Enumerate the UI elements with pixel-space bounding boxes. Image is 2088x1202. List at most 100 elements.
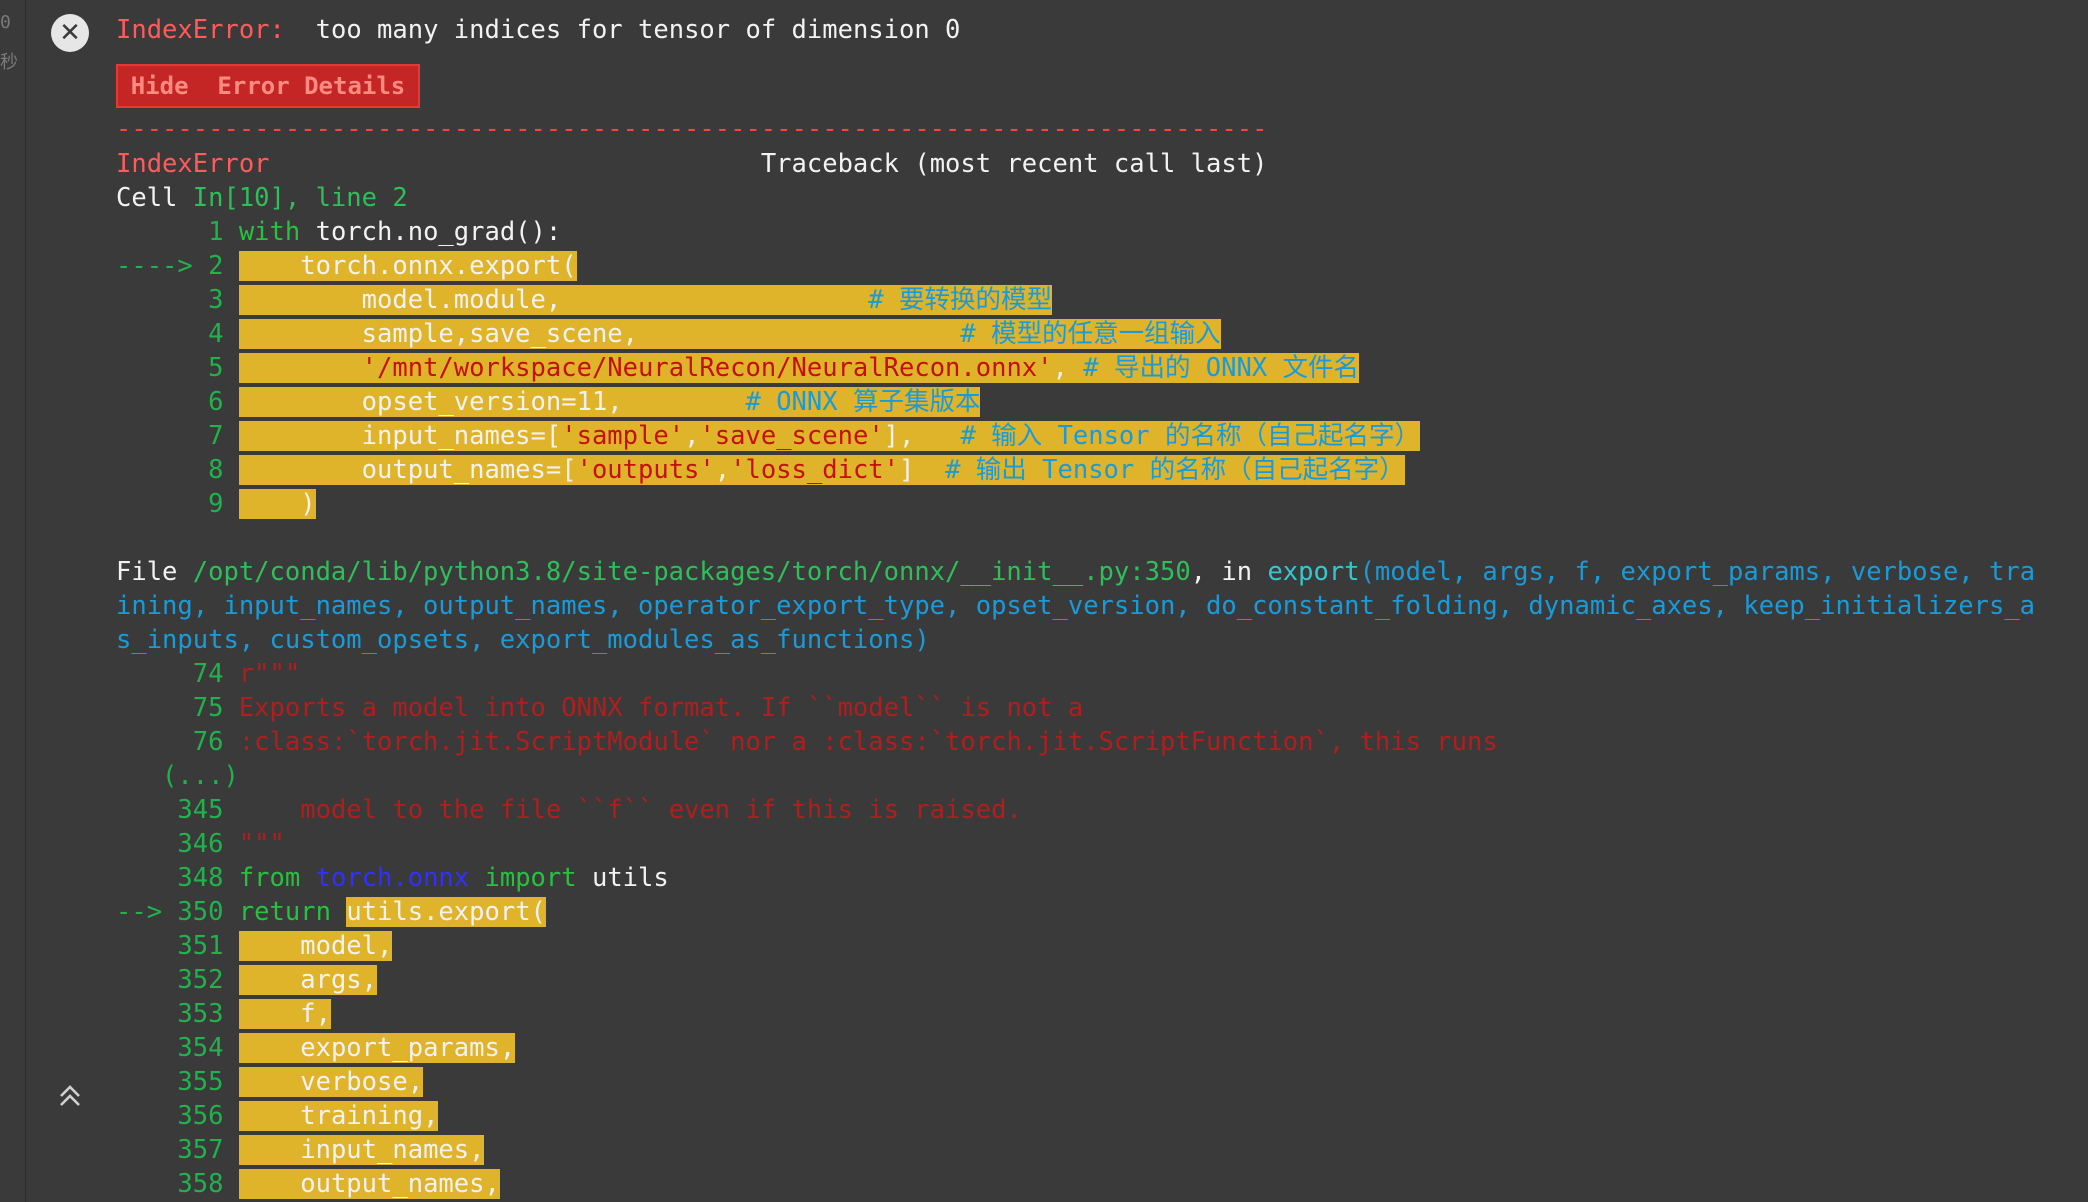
code-text: training, xyxy=(300,1101,439,1131)
code-string: '/mnt/workspace/NeuralRecon/NeuralRecon.… xyxy=(361,353,1053,383)
line-number: 8 xyxy=(116,455,239,485)
highlight-indent xyxy=(238,251,301,281)
code-string: 'sample' xyxy=(561,421,685,451)
function-signature: s_inputs, custom_opsets, export_modules_… xyxy=(116,625,930,655)
line-number: 354 xyxy=(116,1033,239,1063)
highlight-pad xyxy=(561,285,868,315)
code-text: model, xyxy=(300,931,393,961)
code-text: ] xyxy=(899,455,915,485)
keyword: import xyxy=(484,863,577,893)
keyword: return xyxy=(238,897,331,927)
code-comment: # 输入 Tensor 的名称（自己起名字） xyxy=(960,421,1420,451)
code-line: 76 :class:`torch.jit.ScriptModule` nor a… xyxy=(116,725,1498,759)
code-comment: # 输出 Tensor 的名称（自己起名字） xyxy=(945,455,1405,485)
code-line-current: --> 350 return utils.export( xyxy=(116,895,546,929)
traceback-header: IndexError Traceback (most recent call l… xyxy=(116,147,1267,181)
code-line: 351 model, xyxy=(116,929,393,963)
code-line: 354 export_params, xyxy=(116,1031,516,1065)
file-prefix: File xyxy=(116,557,193,587)
code-text: args, xyxy=(300,965,378,995)
code-line: 358 output_names, xyxy=(116,1167,500,1201)
highlight-pad xyxy=(623,387,746,417)
line-number: 353 xyxy=(116,999,239,1029)
current-line-arrow: --> 350 xyxy=(116,897,239,927)
hide-error-details-button[interactable]: Hide Error Details xyxy=(116,64,420,108)
code-comment: # 模型的任意一组输入 xyxy=(960,319,1221,349)
highlight-indent xyxy=(239,319,362,349)
code-comment: # 导出的 ONNX 文件名 xyxy=(1083,353,1360,383)
code-text: opset_version=11, xyxy=(361,387,623,417)
line-number: 76 xyxy=(116,727,239,757)
highlight-indent xyxy=(239,489,300,519)
code-line: 6 opset_version=11, # ONNX 算子集版本 xyxy=(116,385,981,419)
code-line: 356 training, xyxy=(116,1099,439,1133)
line-number: 352 xyxy=(116,965,239,995)
highlight-pad xyxy=(638,319,960,349)
traceback-error-type: IndexError xyxy=(116,149,270,179)
file-path-link[interactable]: /opt/conda/lib/python3.8/site-packages/t… xyxy=(193,557,1191,587)
code-line: 345 model to the file ``f`` even if this… xyxy=(116,793,1022,827)
line-number: 4 xyxy=(116,319,239,349)
code-string: 'save_scene' xyxy=(699,421,884,451)
line-number: 358 xyxy=(116,1169,239,1199)
code-line: 3 model.module, # 要转换的模型 xyxy=(116,283,1053,317)
highlight-indent xyxy=(239,421,362,451)
code-line: 9 ) xyxy=(116,487,316,521)
line-number: 351 xyxy=(116,931,239,961)
code-text: output_names=[ xyxy=(361,455,577,485)
line-number: 1 xyxy=(116,217,239,247)
code-line: 355 verbose, xyxy=(116,1065,424,1099)
code-comment: # 要转换的模型 xyxy=(868,285,1053,315)
ellipsis: (...) xyxy=(116,761,239,791)
error-type: IndexError: xyxy=(116,15,285,45)
line-number: 357 xyxy=(116,1135,239,1165)
line-number: 356 xyxy=(116,1101,239,1131)
code-text: utils xyxy=(576,863,669,893)
code-text: torch.no_grad(): xyxy=(300,217,562,247)
code-text: , xyxy=(684,421,700,451)
code-line: 357 input_names, xyxy=(116,1133,485,1167)
line-number: 355 xyxy=(116,1067,239,1097)
keyword: from xyxy=(238,863,301,893)
highlight-indent xyxy=(239,455,362,485)
function-name: export xyxy=(1267,557,1360,587)
function-signature: ining, input_names, output_names, operat… xyxy=(116,591,2036,621)
code-line: 352 args, xyxy=(116,963,378,997)
code-text: input_names, xyxy=(300,1135,485,1165)
line-number: 345 xyxy=(116,795,239,825)
file-middle: , in xyxy=(1190,557,1268,587)
code-text: f, xyxy=(300,999,331,1029)
docstring: model to the file ``f`` even if this is … xyxy=(238,795,1022,825)
line-number: 348 xyxy=(116,863,239,893)
keyword: with xyxy=(238,217,301,247)
cell-prefix: Cell xyxy=(116,183,193,213)
code-line: 353 f, xyxy=(116,997,331,1031)
traceback-label: Traceback (most recent call last) xyxy=(760,149,1268,179)
code-text: export_params, xyxy=(300,1033,516,1063)
highlight-pad xyxy=(914,421,960,451)
module-name: torch.onnx xyxy=(315,863,470,893)
code-line-current: ----> 2 torch.onnx.export( xyxy=(116,249,577,283)
error-message: too many indices for tensor of dimension… xyxy=(315,15,961,45)
code-line: 7 input_names=['sample','save_scene'], #… xyxy=(116,419,1420,453)
docstring: :class:`torch.jit.ScriptModule` nor a :c… xyxy=(238,727,1498,757)
line-number: 7 xyxy=(116,421,239,451)
file-frame-header: File /opt/conda/lib/python3.8/site-packa… xyxy=(116,555,2035,589)
code-comment: # ONNX 算子集版本 xyxy=(745,387,981,417)
line-number: 346 xyxy=(116,829,239,859)
function-signature: (model, args, f, export_params, verbose,… xyxy=(1359,557,2036,587)
line-number: 74 xyxy=(116,659,239,689)
code-text: verbose, xyxy=(300,1067,424,1097)
line-number: 5 xyxy=(116,353,239,383)
code-text: output_names, xyxy=(300,1169,500,1199)
docstring: """ xyxy=(238,829,285,859)
code-text: ) xyxy=(300,489,316,519)
code-string: 'loss_dict' xyxy=(730,455,900,485)
code-text: input_names=[ xyxy=(361,421,562,451)
cell-location: In[10], line 2 xyxy=(192,183,408,213)
code-line: 4 sample,save_scene, # 模型的任意一组输入 xyxy=(116,317,1221,351)
code-text: utils.export( xyxy=(346,897,546,927)
code-text: , xyxy=(1052,353,1084,383)
highlight-indent xyxy=(239,353,362,383)
line-number: 6 xyxy=(116,387,239,417)
